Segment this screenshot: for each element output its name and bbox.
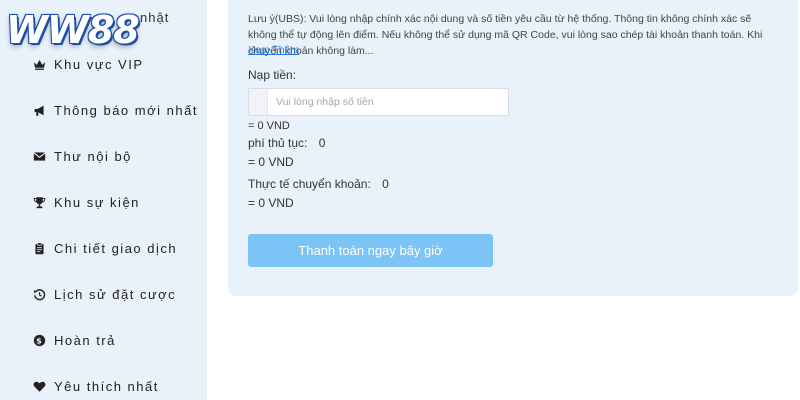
see-more-link[interactable]: Xem Thêm	[248, 44, 299, 56]
clipboard-icon	[32, 241, 46, 255]
sidebar-item-bet-history[interactable]: Lịch sử đặt cược	[32, 283, 176, 305]
actual-converted: = 0 VND	[248, 196, 294, 210]
amount-prefix	[249, 89, 268, 115]
sidebar-item-label: Khu sự kiện	[54, 194, 140, 210]
sidebar-item-label: Lịch sử đặt cược	[54, 286, 177, 302]
dollar-coin-icon: $	[32, 333, 46, 347]
sidebar-item-label: Thông báo mới nhất	[54, 102, 198, 118]
sidebar-item-announcements[interactable]: Thông báo mới nhất	[32, 99, 198, 121]
sidebar-item-events[interactable]: Khu sự kiện	[32, 191, 140, 213]
svg-text:$: $	[36, 335, 43, 345]
actual-transfer-label: Thực tế chuyển khoản:	[248, 177, 371, 191]
megaphone-icon	[32, 103, 46, 117]
sidebar-item-label: Hoàn trả	[54, 332, 116, 348]
sidebar: WW88 nhật Khu vực VIP Thông báo mới nhất…	[0, 0, 207, 400]
crown-icon	[32, 57, 46, 71]
amount-label: Nạp tiền:	[248, 68, 297, 82]
notice-text: Lưu ý(UBS): Vui lòng nhập chính xác nội …	[248, 13, 763, 57]
actual-transfer-value: 0	[382, 177, 389, 191]
fee-converted: = 0 VND	[248, 155, 294, 169]
sidebar-item-favorites[interactable]: Yêu thích nhất	[32, 375, 159, 397]
sidebar-item-label: Khu vực VIP	[54, 56, 144, 72]
brand-logo[interactable]: WW88	[6, 8, 140, 52]
envelope-icon	[32, 149, 46, 163]
sidebar-item-vip[interactable]: Khu vực VIP	[32, 53, 144, 75]
amount-converted: = 0 VND	[248, 120, 290, 132]
sidebar-item-label: Thư nội bộ	[54, 148, 132, 164]
sidebar-item-label: Yêu thích nhất	[54, 378, 159, 394]
fee-row: phí thủ tục: 0	[248, 136, 325, 150]
sidebar-item-partial[interactable]: nhật	[140, 10, 169, 25]
sidebar-item-transactions[interactable]: Chi tiết giao dịch	[32, 237, 177, 259]
fee-value: 0	[318, 136, 326, 150]
heart-icon	[32, 379, 46, 393]
history-icon	[32, 287, 46, 301]
sidebar-item-rebate[interactable]: $ Hoàn trả	[32, 329, 116, 351]
fee-label: phí thủ tục:	[248, 136, 308, 150]
amount-field	[248, 88, 509, 116]
actual-row: Thực tế chuyển khoản: 0	[248, 177, 389, 191]
amount-input[interactable]	[268, 89, 508, 115]
sidebar-item-label: Chi tiết giao dịch	[54, 240, 178, 256]
sidebar-item-inbox[interactable]: Thư nội bộ	[32, 145, 132, 167]
trophy-icon	[32, 195, 46, 209]
pay-now-button[interactable]: Thanh toán ngay bây giờ	[248, 234, 493, 267]
